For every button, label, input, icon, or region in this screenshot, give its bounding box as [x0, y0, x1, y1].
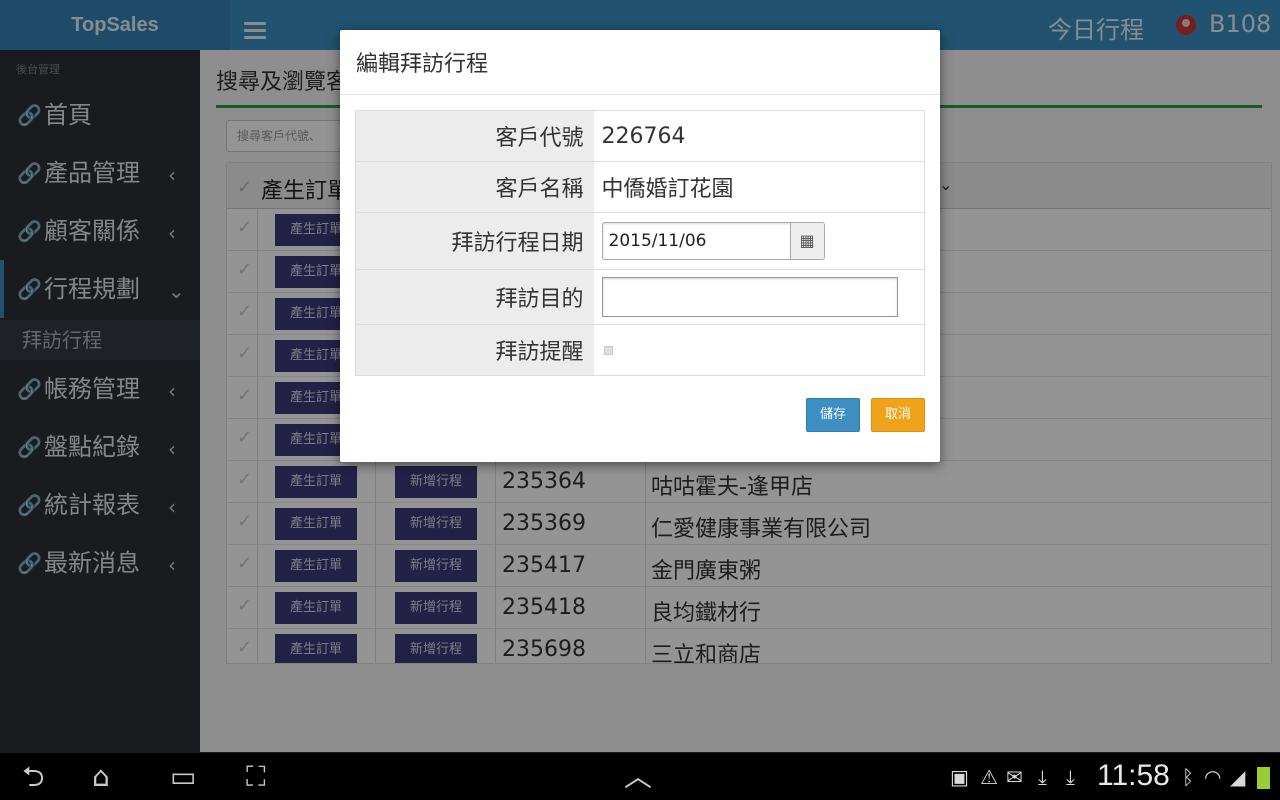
- form-row-reminder: 拜訪提醒: [355, 324, 925, 376]
- customer-name-value: 中僑婚訂花園: [593, 161, 925, 213]
- calendar-icon[interactable]: ▦: [789, 222, 825, 260]
- warning-icon: ⚠: [980, 765, 998, 789]
- home-icon[interactable]: ⌂: [92, 759, 110, 795]
- screenshot-icon[interactable]: ⛶: [246, 759, 266, 795]
- modal-divider: [340, 94, 940, 95]
- signal-icon: ◢: [1230, 765, 1246, 789]
- purpose-cell: [593, 269, 925, 325]
- customer-code-value: 226764: [593, 110, 925, 162]
- clock: 11:58: [1097, 759, 1170, 792]
- download-icon: ⤓: [1038, 765, 1047, 789]
- modal-title: 編輯拜訪行程: [356, 52, 489, 77]
- bluetooth-icon: ᛒ: [1182, 765, 1194, 789]
- gallery-icon: ▣: [950, 765, 969, 789]
- visit-date-input[interactable]: 2015/11/06: [601, 222, 792, 260]
- form-row-customer-name: 客戶名稱 中僑婚訂花園: [355, 161, 925, 213]
- reminder-cell: [593, 324, 925, 376]
- reminder-checkbox[interactable]: [603, 345, 613, 355]
- customer-name-label: 客戶名稱: [355, 161, 594, 213]
- form-row-customer-code: 客戶代號 226764: [355, 110, 925, 162]
- date-picker: 2015/11/06 ▦: [601, 222, 826, 260]
- recents-icon[interactable]: ▭: [170, 759, 196, 795]
- app-root: TopSales 今日行程 B108 後台管理 🔗 首頁 🔗 產品管理 ‹ 🔗 …: [0, 0, 1280, 800]
- battery-icon: [1257, 767, 1270, 789]
- mail-icon: ✉: [1006, 765, 1023, 789]
- cancel-button[interactable]: 取消: [871, 398, 925, 432]
- customer-code-label: 客戶代號: [355, 110, 594, 162]
- purpose-input[interactable]: [601, 277, 898, 317]
- download-icon: ⤓: [1066, 765, 1075, 789]
- save-button[interactable]: 儲存: [806, 398, 860, 432]
- form-row-purpose: 拜訪目的: [355, 269, 925, 325]
- up-arrow-icon[interactable]: ︿: [624, 759, 652, 795]
- wifi-icon: ◠: [1204, 765, 1222, 789]
- visit-date-label: 拜訪行程日期: [355, 212, 594, 270]
- purpose-label: 拜訪目的: [355, 269, 594, 325]
- form-row-visit-date: 拜訪行程日期 2015/11/06 ▦: [355, 212, 925, 270]
- back-icon[interactable]: ⮌: [22, 759, 44, 795]
- system-nav-bar: ⮌ ⌂ ▭ ⛶ ︿ ▣ ⚠ ✉ ⤓ ⤓ 11:58 ᛒ ◠ ◢: [0, 752, 1280, 800]
- visit-form: 客戶代號 226764 客戶名稱 中僑婚訂花園 拜訪行程日期 2015/11/0…: [355, 110, 925, 376]
- reminder-label: 拜訪提醒: [355, 324, 594, 376]
- edit-visit-modal: 編輯拜訪行程 客戶代號 226764 客戶名稱 中僑婚訂花園 拜訪行程日期 20…: [340, 30, 940, 462]
- visit-date-cell: 2015/11/06 ▦: [593, 212, 925, 270]
